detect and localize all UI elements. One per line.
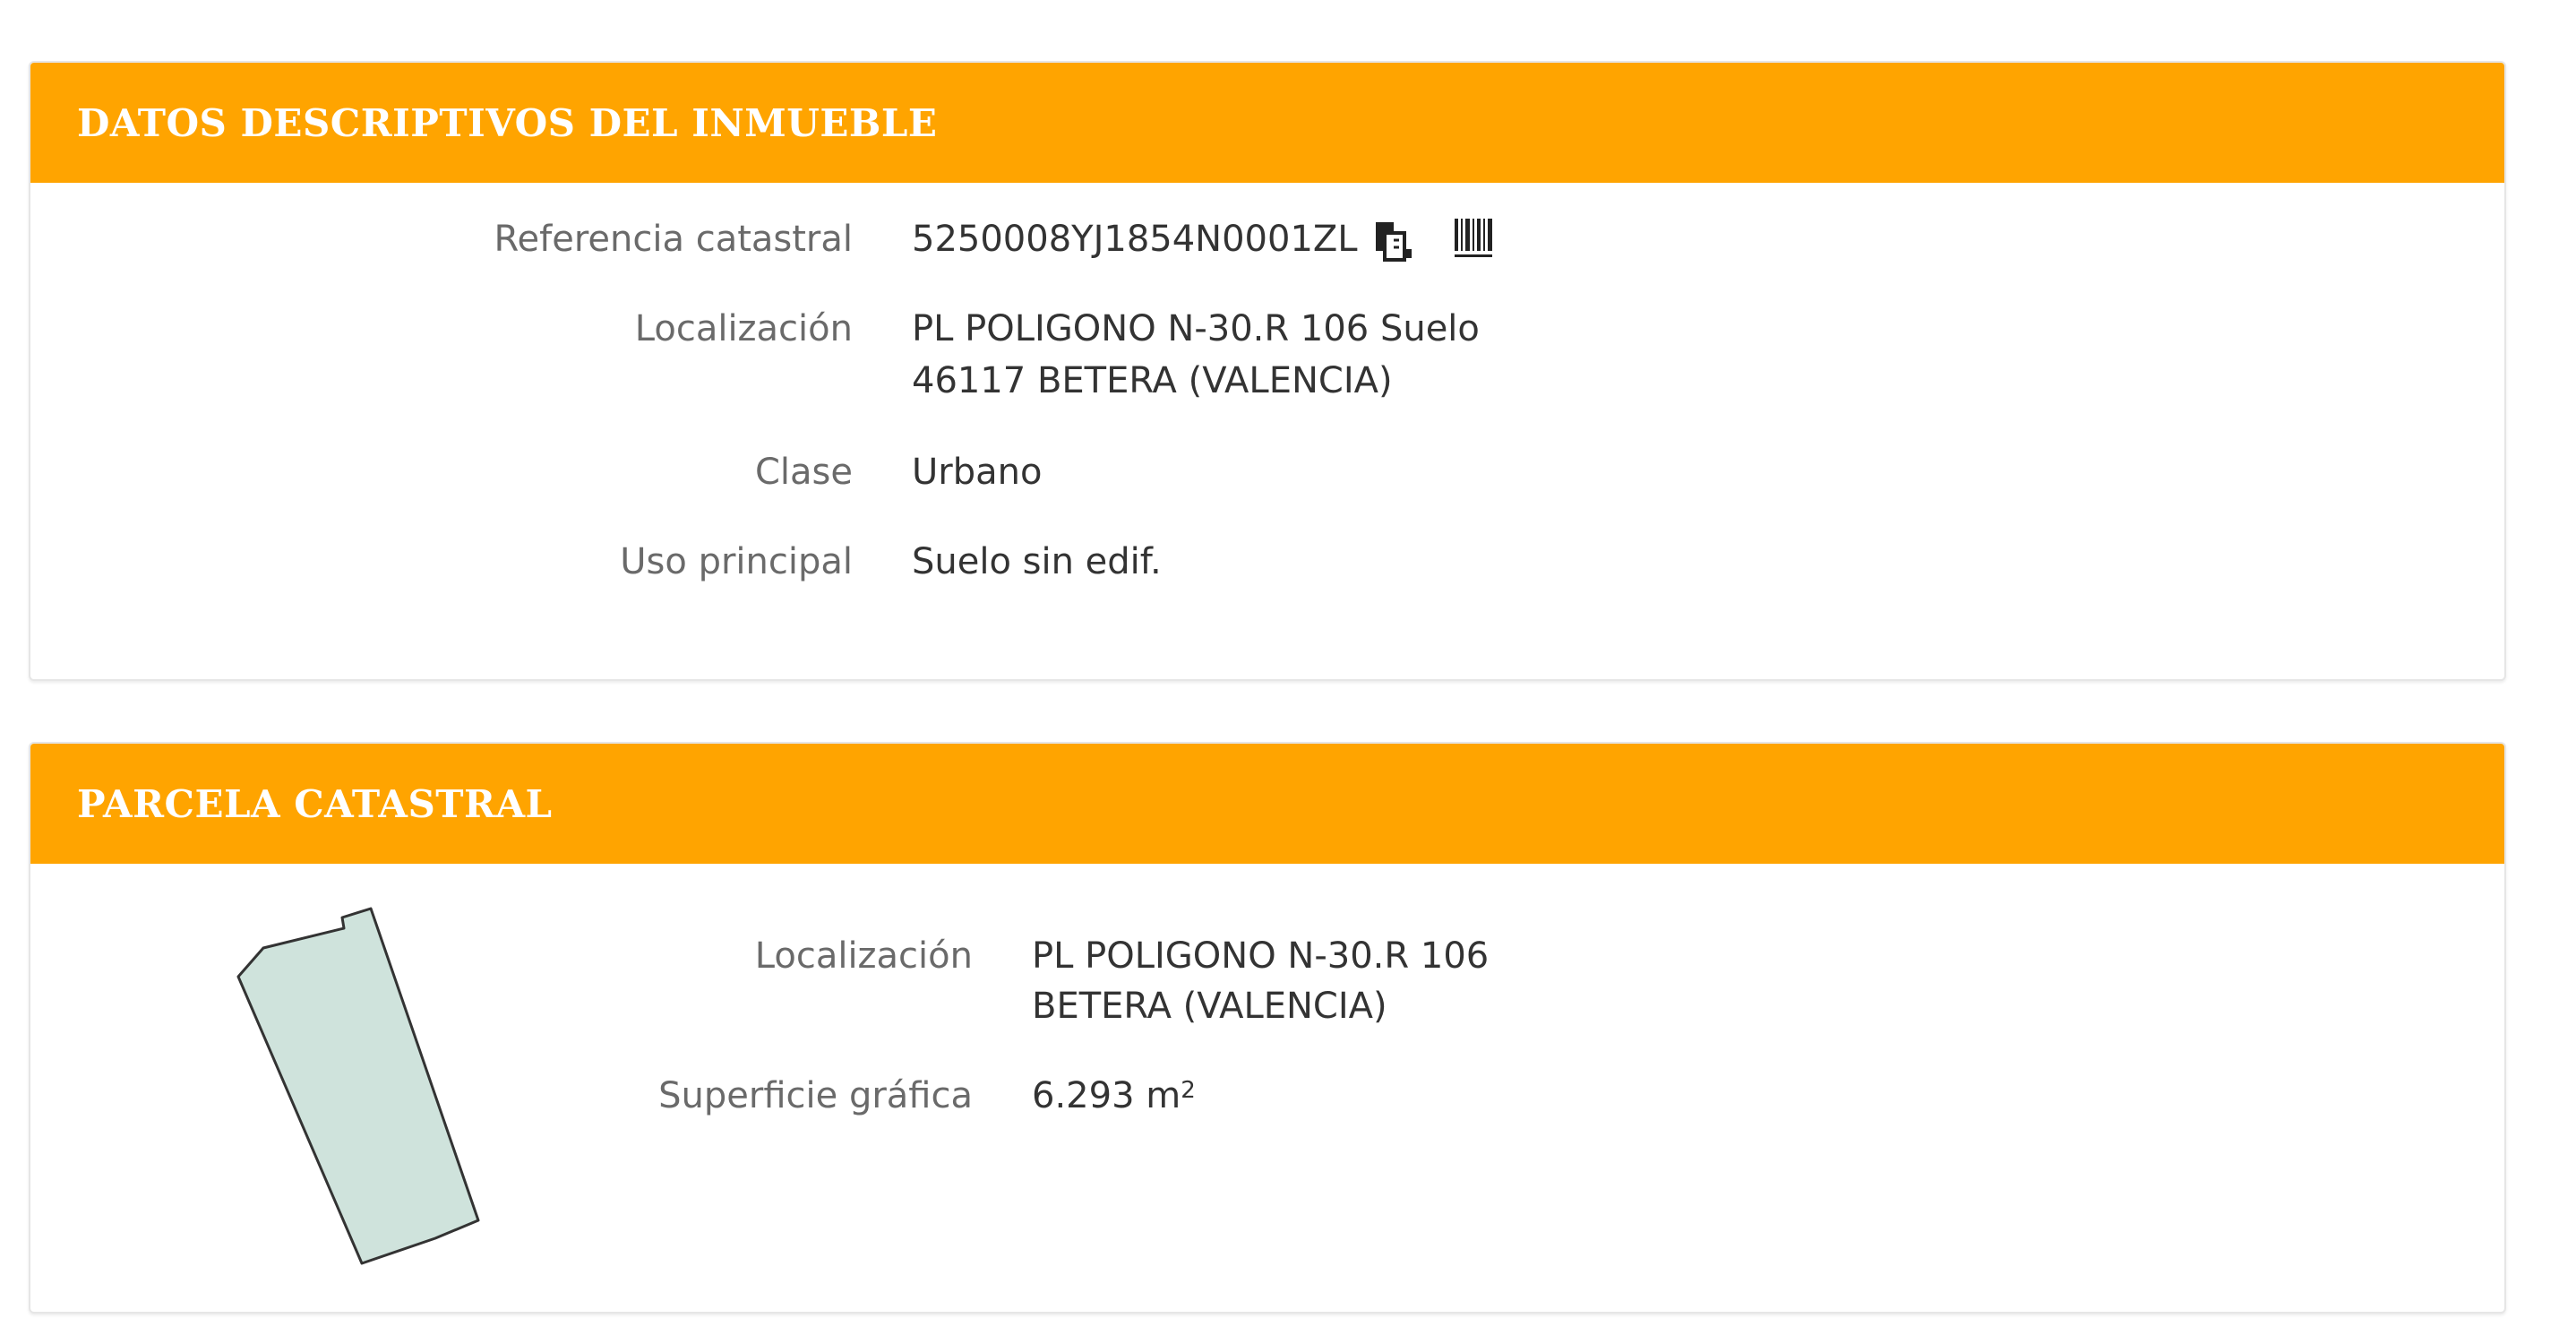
superficie-row: Superficie gráfica 6.293 m2 xyxy=(30,1070,2504,1124)
clase-label: Clase xyxy=(754,452,853,493)
referencia-row: Referencia catastral 5250008YJ1854N0001Z… xyxy=(30,213,2504,267)
parcela-localizacion-label: Localización xyxy=(754,935,973,977)
clase-row: Clase Urbano xyxy=(30,446,2504,500)
inmueble-panel: DATOS DESCRIPTIVOS DEL INMUEBLE Referenc… xyxy=(29,61,2506,681)
superficie-unit-exponent: 2 xyxy=(1181,1077,1196,1104)
clase-value: Urbano xyxy=(912,452,1043,493)
localizacion-row: Localización PL POLIGONO N-30.R 106 Suel… xyxy=(30,303,2504,410)
referencia-label: Referencia catastral xyxy=(494,219,853,260)
superficie-label: Superficie gráfica xyxy=(658,1075,973,1116)
parcela-localizacion-line2: BETERA (VALENCIA) xyxy=(1032,986,1387,1027)
parcela-panel: PARCELA CATASTRAL Localización PL POLIGO… xyxy=(29,742,2506,1314)
parcela-localizacion-row: Localización PL POLIGONO N-30.R 106 BETE… xyxy=(30,930,2504,1038)
superficie-value: 6.293 m xyxy=(1032,1075,1181,1116)
copy-icon[interactable] xyxy=(1374,219,1415,278)
localizacion-line1: PL POLIGONO N-30.R 106 Suelo xyxy=(912,308,1480,349)
parcela-panel-title: PARCELA CATASTRAL xyxy=(77,781,553,826)
uso-row: Uso principal Suelo sin edif. xyxy=(30,536,2504,590)
uso-value: Suelo sin edif. xyxy=(912,541,1162,582)
inmueble-panel-header: DATOS DESCRIPTIVOS DEL INMUEBLE xyxy=(30,63,2504,183)
localizacion-line2: 46117 BETERA (VALENCIA) xyxy=(912,360,1393,401)
referencia-value: 5250008YJ1854N0001ZL xyxy=(912,219,1358,260)
superficie-value-wrap: 6.293 m2 xyxy=(1032,1070,1196,1122)
barcode-icon[interactable] xyxy=(1453,215,1496,276)
parcela-localizacion-line1: PL POLIGONO N-30.R 106 xyxy=(1032,935,1490,977)
localizacion-label: Localización xyxy=(634,308,853,349)
inmueble-panel-title: DATOS DESCRIPTIVOS DEL INMUEBLE xyxy=(77,100,938,145)
uso-label: Uso principal xyxy=(620,541,853,582)
parcela-panel-header: PARCELA CATASTRAL xyxy=(30,744,2504,864)
